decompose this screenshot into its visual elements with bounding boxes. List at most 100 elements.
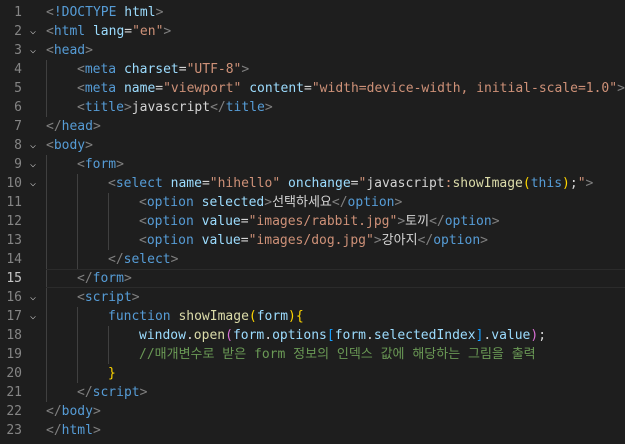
code-token: "images/dog.jpg"	[248, 233, 374, 248]
code-line[interactable]: 20}	[0, 364, 625, 383]
code-token: </	[210, 100, 226, 115]
code-text: <head>	[46, 41, 93, 60]
line-number: 3	[14, 43, 22, 58]
indent-guide	[46, 269, 47, 288]
indent-guide	[77, 364, 78, 383]
code-token: =	[240, 214, 249, 229]
code-line[interactable]: 9 ⌵ <form>	[0, 155, 625, 174]
code-line[interactable]: 22 </body>	[0, 402, 625, 421]
code-token: .	[264, 328, 273, 343]
indent-guide	[77, 193, 78, 212]
indent-guide	[108, 193, 109, 212]
code-line[interactable]: 23 </html>	[0, 421, 625, 440]
code-token: !DOCTYPE	[53, 5, 117, 20]
code-token: "images/rabbit.jpg"	[248, 214, 398, 229]
line-number: 23	[6, 423, 22, 438]
chevron-down-icon[interactable]: ⌵	[26, 155, 40, 174]
code-line[interactable]: 3 ⌵ <head>	[0, 41, 625, 60]
code-line[interactable]: 16 ⌵ <script>	[0, 288, 625, 307]
code-token: title	[84, 100, 124, 115]
code-token: <	[139, 195, 147, 210]
code-line[interactable]: 17 ⌵ function showImage(form){	[0, 307, 625, 326]
code-token: form	[256, 309, 289, 324]
code-line[interactable]: 12 <option value="images/rabbit.jpg">토끼</…	[0, 212, 625, 231]
code-token: </	[46, 404, 62, 419]
code-token: select	[123, 252, 171, 267]
code-line[interactable]: 15 </form>	[0, 269, 625, 288]
code-token: <	[139, 214, 147, 229]
code-token: open	[193, 328, 226, 343]
code-line[interactable]: 10 ⌵ <select name="hihello" onchange="java…	[0, 174, 625, 193]
code-token: <	[77, 100, 85, 115]
indent-guide	[46, 155, 47, 174]
code-line[interactable]: 6 <title>javascript</title>	[0, 98, 625, 117]
chevron-down-icon[interactable]: ⌵	[26, 136, 40, 155]
code-token: <	[46, 43, 54, 58]
indent-guide	[46, 250, 47, 269]
code-line[interactable]: 14 </select>	[0, 250, 625, 269]
code-token: >	[241, 62, 250, 77]
code-token: option	[146, 233, 194, 248]
chevron-down-icon[interactable]: ⌵	[26, 307, 40, 326]
code-text: <form>	[77, 155, 124, 174]
code-token: showImage	[452, 176, 523, 191]
code-token: .	[366, 328, 374, 343]
chevron-down-icon[interactable]: ⌵	[26, 41, 40, 60]
code-token: <	[46, 5, 54, 20]
code-text: </script>	[77, 383, 147, 402]
indent-guide	[108, 212, 109, 231]
line-number: 14	[6, 252, 22, 267]
code-token: "	[577, 176, 586, 191]
code-token: "hihello"	[209, 176, 281, 191]
code-text: <!DOCTYPE html>	[46, 3, 163, 22]
chevron-down-icon[interactable]: ⌵	[26, 22, 40, 41]
indent-guide	[108, 326, 109, 345]
line-number: 18	[6, 328, 22, 343]
code-line[interactable]: 13 <option value="images/dog.jpg">강아지</op…	[0, 231, 625, 250]
code-line[interactable]: 5 <meta name="viewport" content="width=de…	[0, 79, 625, 98]
code-token: >	[170, 252, 179, 267]
code-line[interactable]: 19 //매개변수로 받은 form 정보의 인덱스 값에 해당하는 그림을 출력	[0, 345, 625, 364]
code-line[interactable]: 4 <meta charset="UTF-8">	[0, 60, 625, 79]
code-text: <meta charset="UTF-8">	[77, 60, 249, 79]
code-token: "viewport"	[163, 81, 242, 96]
code-token: </	[46, 423, 62, 438]
indent-guide	[46, 364, 47, 383]
code-text: <select name="hihello" onchange="javascr…	[108, 174, 593, 193]
code-token: option	[146, 214, 194, 229]
code-token: 선택하세요	[272, 195, 332, 210]
code-token: [	[326, 328, 335, 343]
code-line[interactable]: 1 <!DOCTYPE html>	[0, 3, 625, 22]
code-token: form	[334, 328, 367, 343]
line-number: 11	[6, 195, 22, 210]
code-line[interactable]: 11 <option selected>선택하세요</option>	[0, 193, 625, 212]
code-line[interactable]: 18 window.open(form.options[form.selected…	[0, 326, 625, 345]
indent-guide	[77, 231, 78, 250]
code-token: </	[429, 214, 445, 229]
code-token: >	[264, 100, 273, 115]
code-text: window.open(form.options[form.selectedIn…	[139, 326, 546, 345]
indent-guide	[108, 231, 109, 250]
code-line[interactable]: 2 ⌵ <html lang="en">	[0, 22, 625, 41]
code-token: >	[585, 176, 594, 191]
code-token: >	[373, 233, 382, 248]
code-token: =	[350, 176, 359, 191]
code-token: head	[61, 119, 93, 134]
code-token: onchange	[288, 176, 351, 191]
code-token: )	[288, 309, 296, 324]
chevron-down-icon[interactable]: ⌵	[26, 174, 40, 193]
code-token: >	[123, 100, 132, 115]
code-token: charset	[123, 62, 179, 77]
code-line[interactable]: 8 ⌵ <body>	[0, 136, 625, 155]
code-line[interactable]: 21 </script>	[0, 383, 625, 402]
code-line[interactable]: 7 </head>	[0, 117, 625, 136]
code-token: window	[139, 328, 186, 343]
line-number: 20	[6, 366, 22, 381]
line-number: 8	[14, 138, 22, 153]
code-editor[interactable]: 1 <!DOCTYPE html> 2 ⌵ <html lang="en"> 3 ⌵ <hea…	[0, 0, 625, 444]
chevron-down-icon[interactable]: ⌵	[26, 288, 40, 307]
